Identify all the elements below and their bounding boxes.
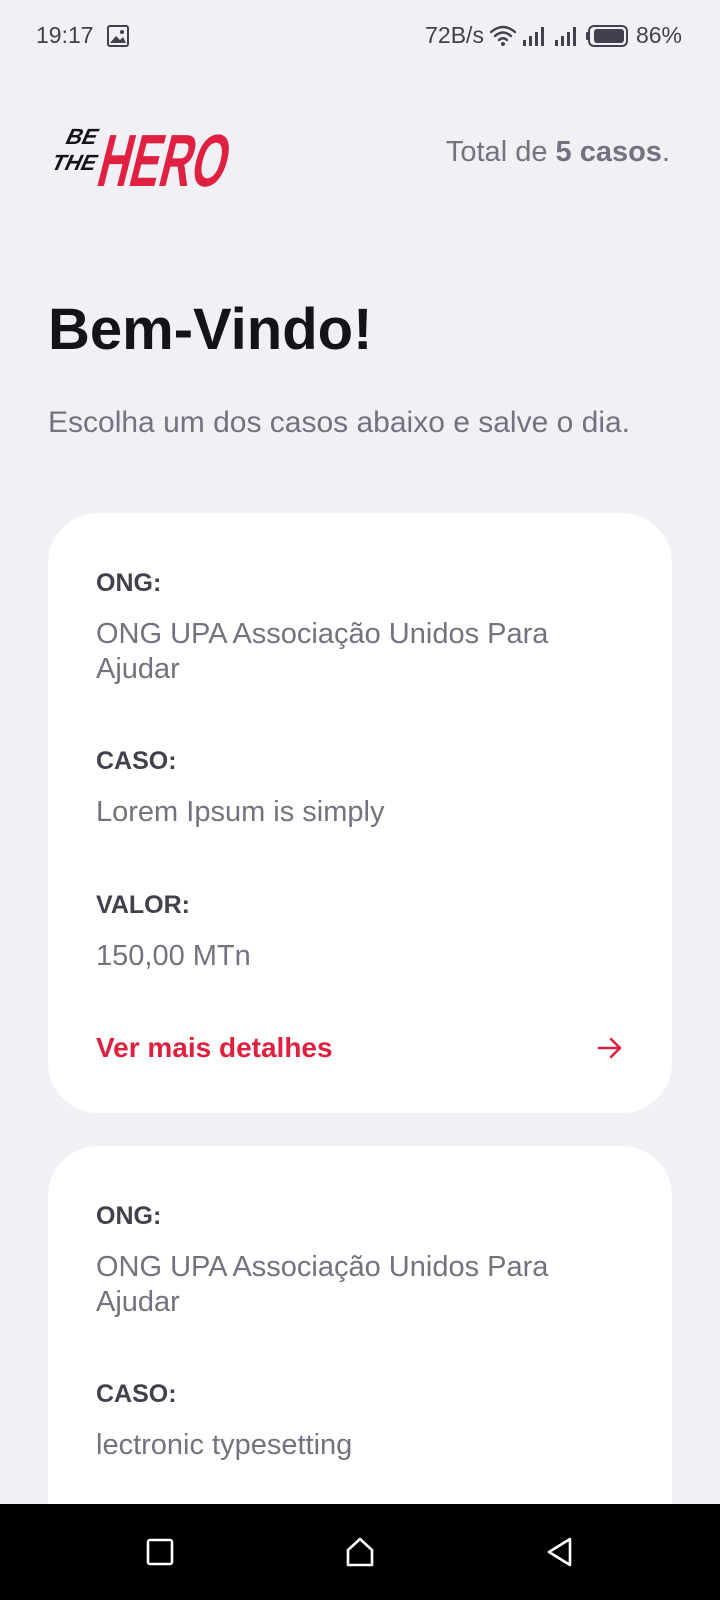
network-speed: 72B/s xyxy=(425,22,484,48)
case-value: lectronic typesetting xyxy=(96,1429,353,1461)
value-label: VALOR: xyxy=(96,891,190,919)
battery-level: 86% xyxy=(635,22,682,48)
recent-apps-button[interactable] xyxy=(138,1530,182,1574)
image-icon xyxy=(107,25,129,47)
case-label: CASO: xyxy=(96,747,177,775)
arrow-right-icon xyxy=(597,1037,622,1059)
app-screen: 19:17 72B/s 86% BE THE HERO Total de 5 c… xyxy=(0,0,720,1600)
page-subtitle: Escolha um dos casos abaixo e salve o di… xyxy=(48,406,630,439)
logo-the-text: THE xyxy=(49,150,100,175)
ong-label: ONG: xyxy=(96,569,162,597)
wifi-icon xyxy=(489,25,516,46)
total-prefix: Total de xyxy=(445,136,556,168)
back-button[interactable] xyxy=(538,1530,582,1574)
status-time: 19:17 xyxy=(36,22,94,48)
home-button[interactable] xyxy=(338,1530,382,1574)
case-value: Lorem Ipsum is simply xyxy=(96,796,385,828)
see-details-label: Ver mais detalhes xyxy=(96,1032,333,1063)
case-label: CASO: xyxy=(96,1380,177,1408)
page-title: Bem-Vindo! xyxy=(48,297,373,362)
total-suffix: . xyxy=(661,136,670,168)
system-nav-bar xyxy=(0,1504,720,1600)
logo-hero-text: HERO xyxy=(91,119,240,194)
logo-be-text: BE xyxy=(64,124,102,149)
triangle-back-icon xyxy=(547,1537,572,1567)
ong-label: ONG: xyxy=(96,1202,162,1230)
be-the-hero-logo: BE THE HERO xyxy=(49,119,240,194)
total-count: 5 casos xyxy=(555,136,662,168)
ong-value: ONG UPA Associação Unidos Para Ajudar xyxy=(96,618,549,685)
signal-icon xyxy=(522,26,544,46)
home-icon xyxy=(346,1537,374,1567)
battery-icon xyxy=(585,24,628,47)
total-cases: Total de 5 casos. xyxy=(446,136,670,169)
status-bar: 19:17 72B/s 86% xyxy=(0,0,720,72)
incident-card: ONG: ONG UPA Associação Unidos Para Ajud… xyxy=(48,513,672,1113)
signal-icon xyxy=(554,26,576,46)
value-value: 150,00 MTn xyxy=(96,940,251,972)
square-icon xyxy=(146,1538,174,1566)
ong-value: ONG UPA Associação Unidos Para Ajudar xyxy=(96,1251,549,1318)
incident-card: ONG: ONG UPA Associação Unidos Para Ajud… xyxy=(48,1146,672,1566)
status-indicators: 72B/s 86% xyxy=(425,22,682,49)
see-details-button[interactable]: Ver mais detalhes xyxy=(96,1026,624,1070)
